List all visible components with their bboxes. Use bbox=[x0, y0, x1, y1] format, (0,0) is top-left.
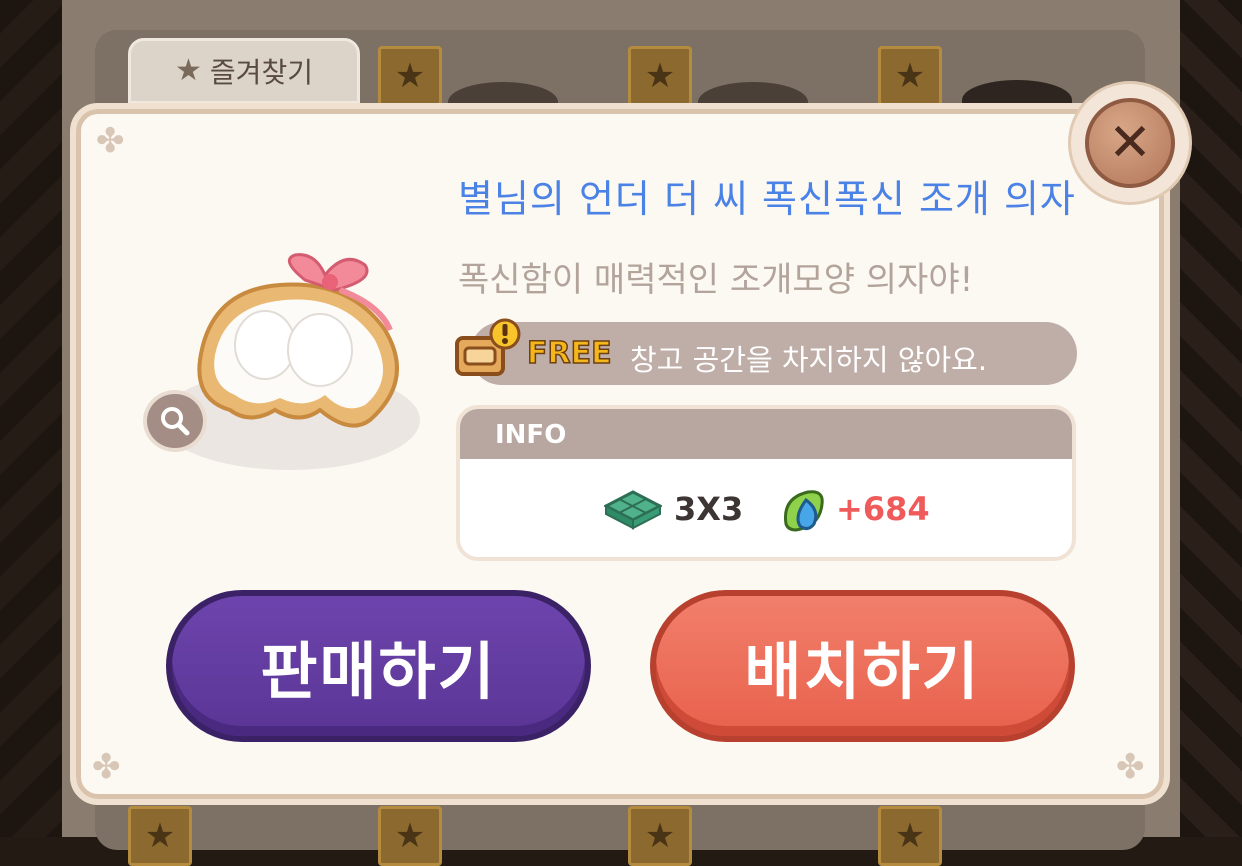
favorite-star-icon[interactable]: ★ bbox=[628, 46, 692, 106]
favorite-star-icon[interactable]: ★ bbox=[378, 806, 442, 866]
corner-ornament: ✤ bbox=[1116, 747, 1145, 787]
sell-button[interactable]: 판매하기 bbox=[166, 590, 591, 742]
corner-ornament: ✤ bbox=[92, 747, 121, 787]
close-icon: ✕ bbox=[1085, 98, 1175, 188]
favorite-star-icon[interactable]: ★ bbox=[378, 46, 442, 106]
favorite-star-icon[interactable]: ★ bbox=[878, 806, 942, 866]
info-header-label: INFO bbox=[495, 420, 567, 450]
item-title: 별님의 언더 더 씨 폭신폭신 조개 의자 bbox=[458, 177, 1076, 221]
item-points: +684 bbox=[836, 490, 930, 528]
zoom-button[interactable] bbox=[143, 390, 207, 452]
leaf-drop-icon bbox=[783, 490, 824, 532]
favorites-tab[interactable]: ★ 즐겨찾기 bbox=[128, 38, 360, 104]
favorite-star-icon[interactable]: ★ bbox=[628, 806, 692, 866]
close-button[interactable]: ✕ bbox=[1071, 84, 1189, 202]
free-badge-text: 창고 공간을 차지하지 않아요. bbox=[630, 343, 988, 377]
magnifier-icon bbox=[161, 407, 190, 436]
item-description: 폭신함이 매력적인 조개모양 의자야! bbox=[458, 260, 974, 300]
star-icon: ★ bbox=[175, 53, 202, 88]
item-size: 3X3 bbox=[674, 490, 744, 528]
corner-ornament: ✤ bbox=[96, 121, 125, 161]
place-button[interactable]: 배치하기 bbox=[650, 590, 1075, 742]
favorite-star-icon[interactable]: ★ bbox=[128, 806, 192, 866]
free-badge-label: FREE bbox=[526, 335, 612, 372]
floor-tile-icon bbox=[604, 490, 662, 530]
favorite-star-icon[interactable]: ★ bbox=[878, 46, 942, 106]
background-wall-left bbox=[0, 0, 70, 837]
favorites-tab-label: 즐겨찾기 bbox=[209, 56, 313, 89]
storage-box-icon bbox=[455, 318, 521, 376]
